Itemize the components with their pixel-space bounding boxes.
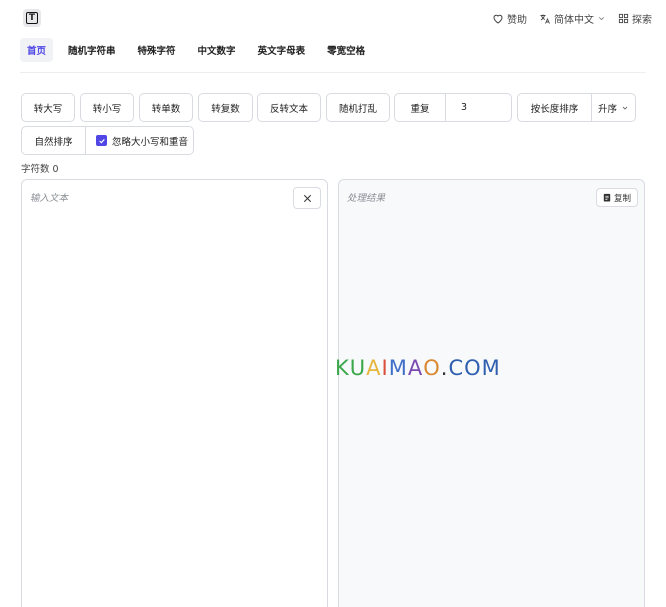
chevron-down-icon	[622, 106, 628, 110]
clear-button[interactable]	[293, 187, 321, 209]
check-icon	[98, 138, 105, 144]
ignore-case-checkbox[interactable]	[96, 135, 107, 146]
plural-button[interactable]: 转复数	[198, 93, 253, 122]
copy-button[interactable]: 复制	[595, 188, 638, 207]
app-logo[interactable]: T	[23, 9, 41, 27]
language-label: 简体中文	[554, 15, 594, 26]
input-textarea[interactable]: 输入文本	[21, 179, 328, 607]
logo-letter: T	[26, 12, 38, 24]
shuffle-button[interactable]: 随机打乱	[326, 93, 390, 122]
watermark: KUAIMAO.COM	[335, 356, 501, 380]
natural-sort-group: 自然排序 忽略大小写和重音	[21, 126, 194, 155]
ignore-case-checkbox-row[interactable]: 忽略大小写和重音	[85, 127, 193, 154]
tab-special-chars[interactable]: 特殊字符	[131, 38, 183, 62]
output-placeholder: 处理结果	[347, 193, 386, 204]
nav-divider	[20, 72, 646, 73]
ignore-case-label: 忽略大小写和重音	[112, 136, 189, 148]
clipboard-icon	[603, 193, 611, 202]
sponsor-label: 赞助	[507, 15, 527, 26]
output-panel: 处理结果 复制	[338, 179, 645, 607]
sort-order-select[interactable]: 升序	[591, 94, 635, 121]
repeat-group: 重复 3	[394, 93, 512, 122]
explore-label: 探索	[632, 15, 652, 26]
sponsor-link[interactable]: 赞助	[492, 11, 527, 26]
grid-icon	[618, 13, 629, 24]
tab-alphabet[interactable]: 英文字母表	[251, 38, 313, 62]
tab-home[interactable]: 首页	[20, 38, 54, 62]
sort-order-value: 升序	[598, 103, 618, 115]
explore-link[interactable]: 探索	[618, 11, 652, 26]
language-switcher[interactable]: 简体中文	[539, 11, 606, 26]
sort-length-group: 按长度排序 升序	[517, 93, 636, 122]
heart-icon	[493, 14, 503, 24]
main-nav: 首页 随机字符串 特殊字符 中文数字 英文字母表 零宽空格	[20, 38, 380, 62]
chevron-down-icon	[598, 17, 605, 21]
tab-zero-width-space[interactable]: 零宽空格	[320, 38, 372, 62]
natural-sort-button[interactable]: 自然排序	[22, 127, 85, 154]
header-actions: 赞助 简体中文 探索	[492, 11, 652, 26]
close-icon	[303, 194, 311, 202]
repeat-button[interactable]: 重复	[395, 94, 445, 121]
char-count: 字符数 0	[21, 164, 59, 175]
uppercase-button[interactable]: 转大写	[21, 93, 75, 122]
sort-by-length-button[interactable]: 按长度排序	[518, 94, 591, 121]
copy-label: 复制	[613, 193, 631, 204]
input-placeholder: 输入文本	[30, 193, 69, 204]
tab-chinese-numbers[interactable]: 中文数字	[191, 38, 243, 62]
tab-random-string[interactable]: 随机字符串	[61, 38, 123, 62]
singular-button[interactable]: 转单数	[139, 93, 193, 122]
reverse-button[interactable]: 反转文本	[257, 93, 321, 122]
translate-icon	[540, 14, 550, 24]
repeat-count-input[interactable]: 3	[445, 94, 511, 121]
lowercase-button[interactable]: 转小写	[80, 93, 134, 122]
